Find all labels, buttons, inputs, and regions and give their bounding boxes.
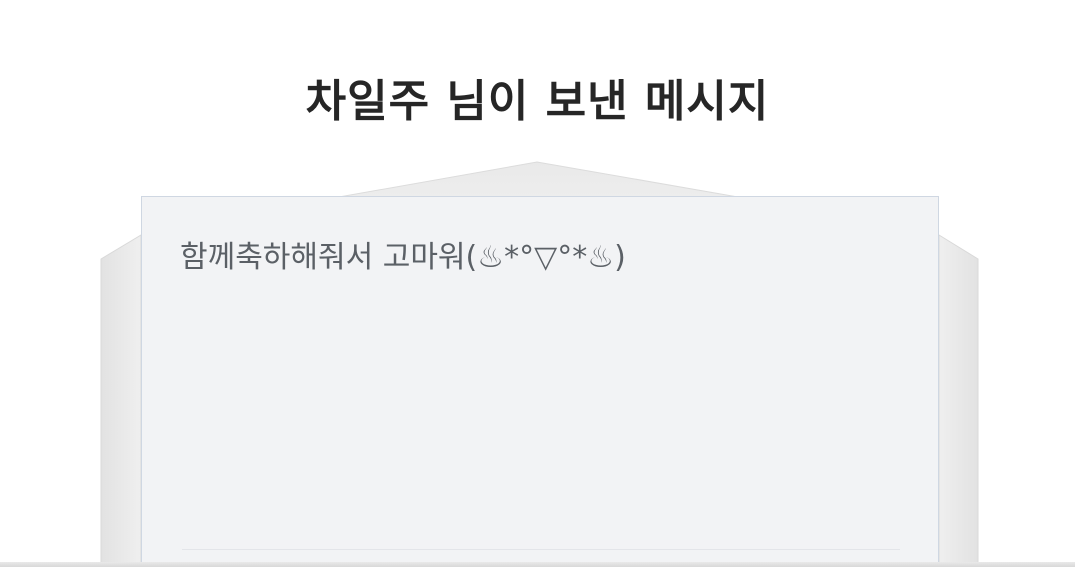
bottom-divider [0, 562, 1075, 567]
message-card-screen: 차일주 님이 보낸 메시지 함께축하해줘서 고마워(♨*°▽°*♨) [0, 0, 1075, 567]
letter-paper: 함께축하해줘서 고마워(♨*°▽°*♨) [141, 196, 939, 567]
letter-divider [182, 549, 900, 550]
envelope-right-side [938, 234, 979, 567]
message-text: 함께축하해줘서 고마워(♨*°▽°*♨) [180, 240, 626, 275]
envelope-left-side [100, 234, 142, 567]
